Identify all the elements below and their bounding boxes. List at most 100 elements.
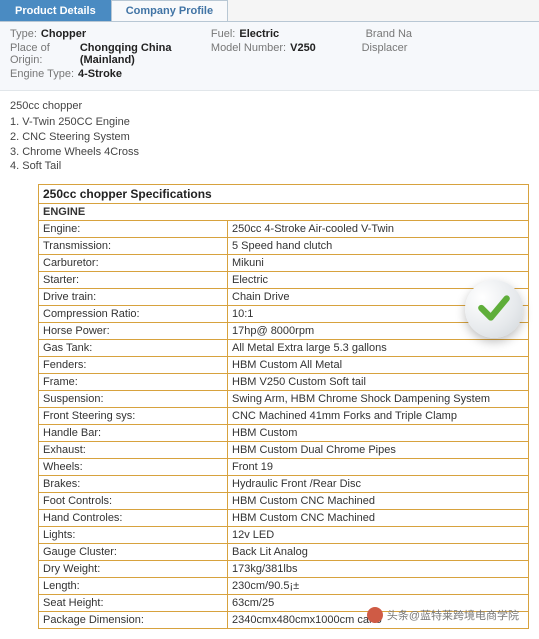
detail-value: 4-Stroke (78, 68, 122, 80)
spec-value: 250cc 4-Stroke Air-cooled V-Twin (228, 221, 529, 238)
spec-value: HBM Custom CNC Machined (228, 493, 529, 510)
spec-key: Suspension: (39, 391, 228, 408)
spec-key: Carburetor: (39, 255, 228, 272)
spec-value: HBM Custom Dual Chrome Pipes (228, 442, 529, 459)
spec-value: HBM V250 Custom Soft tail (228, 374, 529, 391)
desc-item: 4. Soft Tail (10, 159, 529, 174)
desc-title: 250cc chopper (10, 99, 529, 114)
spec-key: Fenders: (39, 357, 228, 374)
spec-value: All Metal Extra large 5.3 gallons (228, 340, 529, 357)
detail-label: Fuel: (211, 28, 235, 40)
checkmark-icon (475, 289, 513, 330)
tab-company-profile[interactable]: Company Profile (111, 0, 228, 21)
spec-key: Drive train: (39, 289, 228, 306)
table-row: Drive train:Chain Drive (39, 289, 529, 306)
spec-key: Length: (39, 578, 228, 595)
spec-section-header: ENGINE (39, 204, 529, 221)
table-row: Length:230cm/90.5¡± (39, 578, 529, 595)
table-row: Exhaust:HBM Custom Dual Chrome Pipes (39, 442, 529, 459)
detail-label: Model Number: (211, 42, 286, 66)
spec-key: Exhaust: (39, 442, 228, 459)
spec-key: Front Steering sys: (39, 408, 228, 425)
spec-key: Hand Controles: (39, 510, 228, 527)
table-row: Starter:Electric (39, 272, 529, 289)
table-row: Brakes:Hydraulic Front /Rear Disc (39, 476, 529, 493)
table-row: Fenders:HBM Custom All Metal (39, 357, 529, 374)
product-description: 250cc chopper 1. V-Twin 250CC Engine 2. … (0, 91, 539, 184)
table-row: Compression Ratio:10:1 (39, 306, 529, 323)
spec-key: Package Dimension: (39, 612, 228, 629)
spec-value: HBM Custom All Metal (228, 357, 529, 374)
detail-fuel: Fuel: Electric (211, 28, 362, 40)
detail-label: Engine Type: (10, 68, 74, 80)
spec-value: 173kg/381lbs (228, 561, 529, 578)
spec-key: Gauge Cluster: (39, 544, 228, 561)
spec-key: Compression Ratio: (39, 306, 228, 323)
spec-key: Brakes: (39, 476, 228, 493)
watermark-icon (367, 607, 383, 623)
spec-key: Horse Power: (39, 323, 228, 340)
spec-key: Foot Controls: (39, 493, 228, 510)
detail-label: Type: (10, 28, 37, 40)
desc-item: 1. V-Twin 250CC Engine (10, 115, 529, 130)
table-row: Engine:250cc 4-Stroke Air-cooled V-Twin (39, 221, 529, 238)
table-row: Transmission:5 Speed hand clutch (39, 238, 529, 255)
spec-value: HBM Custom CNC Machined (228, 510, 529, 527)
table-row: Frame:HBM V250 Custom Soft tail (39, 374, 529, 391)
detail-value: Chopper (41, 28, 86, 40)
detail-model: Model Number: V250 (211, 42, 362, 66)
spec-key: Seat Height: (39, 595, 228, 612)
spec-key: Starter: (39, 272, 228, 289)
tab-bar: Product Details Company Profile (0, 0, 539, 22)
spec-key: Engine: (39, 221, 228, 238)
desc-item: 2. CNC Steering System (10, 130, 529, 145)
spec-key: Frame: (39, 374, 228, 391)
detail-value-cut: Displacer (362, 42, 408, 66)
table-row: Gauge Cluster:Back Lit Analog (39, 544, 529, 561)
spec-body: Engine:250cc 4-Stroke Air-cooled V-TwinT… (39, 221, 529, 629)
table-row: Dry Weight:173kg/381lbs (39, 561, 529, 578)
detail-value: Chongqing China (Mainland) (80, 42, 211, 66)
spec-key: Gas Tank: (39, 340, 228, 357)
spec-value: Back Lit Analog (228, 544, 529, 561)
table-row: Front Steering sys:CNC Machined 41mm For… (39, 408, 529, 425)
detail-engine-type: Engine Type: 4-Stroke (10, 68, 250, 80)
spec-key: Transmission: (39, 238, 228, 255)
desc-item: 3. Chrome Wheels 4Cross (10, 145, 529, 160)
table-row: Carburetor:Mikuni (39, 255, 529, 272)
detail-value: V250 (290, 42, 316, 66)
spec-key: Lights: (39, 527, 228, 544)
table-row: Lights:12v LED (39, 527, 529, 544)
spec-value: 12v LED (228, 527, 529, 544)
watermark: 头条@蓝特莱跨境电商学院 (367, 607, 519, 623)
table-row: Handle Bar:HBM Custom (39, 425, 529, 442)
detail-label: Place of Origin: (10, 42, 76, 66)
spec-value: CNC Machined 41mm Forks and Triple Clamp (228, 408, 529, 425)
tab-product-details[interactable]: Product Details (0, 0, 111, 21)
detail-value: Electric (239, 28, 279, 40)
spec-key: Wheels: (39, 459, 228, 476)
spec-value: Front 19 (228, 459, 529, 476)
detail-brand: Brand Na (362, 28, 529, 40)
spec-table: ENGINE Engine:250cc 4-Stroke Air-cooled … (38, 203, 529, 629)
table-row: Wheels:Front 19 (39, 459, 529, 476)
spec-container: 250cc chopper Specifications ENGINE Engi… (38, 184, 529, 629)
spec-key: Dry Weight: (39, 561, 228, 578)
table-row: Foot Controls:HBM Custom CNC Machined (39, 493, 529, 510)
table-row: Gas Tank:All Metal Extra large 5.3 gallo… (39, 340, 529, 357)
spec-value: Hydraulic Front /Rear Disc (228, 476, 529, 493)
watermark-text: 头条@蓝特莱跨境电商学院 (387, 607, 519, 623)
detail-origin: Place of Origin: Chongqing China (Mainla… (10, 42, 211, 66)
table-row: Suspension:Swing Arm, HBM Chrome Shock D… (39, 391, 529, 408)
spec-key: Handle Bar: (39, 425, 228, 442)
verified-badge (465, 280, 523, 338)
detail-value-cut: Brand Na (366, 28, 412, 40)
detail-type: Type: Chopper (10, 28, 211, 40)
spec-title: 250cc chopper Specifications (38, 184, 529, 203)
spec-value: HBM Custom (228, 425, 529, 442)
spec-value: 5 Speed hand clutch (228, 238, 529, 255)
spec-value: 230cm/90.5¡± (228, 578, 529, 595)
spec-value: Swing Arm, HBM Chrome Shock Dampening Sy… (228, 391, 529, 408)
product-top-details: Type: Chopper Fuel: Electric Brand Na Pl… (0, 22, 539, 91)
table-row: Horse Power:17hp@ 8000rpm (39, 323, 529, 340)
